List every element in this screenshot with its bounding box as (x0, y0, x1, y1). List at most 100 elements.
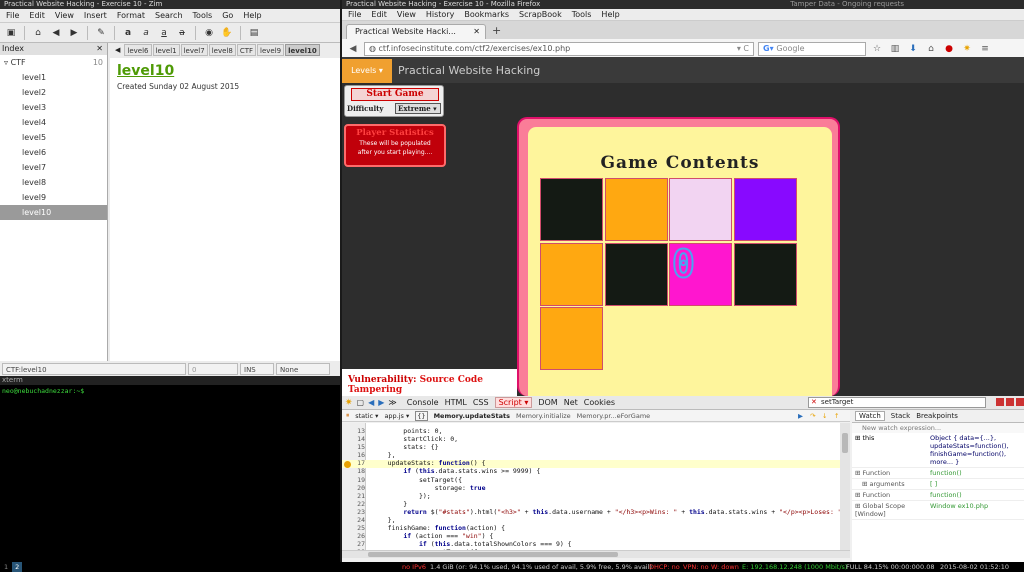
step-out-icon[interactable]: ↑ (834, 412, 839, 420)
minimize-icon[interactable] (996, 398, 1004, 406)
script-filter[interactable]: static ▾ (355, 412, 378, 420)
new-watch-input[interactable]: New watch expression... (852, 423, 1024, 433)
script-file-select[interactable]: app.js ▾ (384, 412, 409, 420)
zim-page-view[interactable]: level10 Created Sunday 02 August 2015 (110, 58, 340, 361)
search-clear-icon[interactable]: ✕ (811, 398, 817, 407)
index-item-level10[interactable]: level10 (0, 205, 107, 220)
menu-item-edit[interactable]: Edit (371, 9, 387, 20)
menu-item-view[interactable]: View (397, 9, 416, 20)
back-icon[interactable]: ◀ (346, 44, 360, 54)
menu-item-history[interactable]: History (426, 9, 454, 20)
menu-item-help[interactable]: Help (243, 9, 261, 22)
forward-icon[interactable]: ▶ (67, 26, 81, 40)
download-icon[interactable]: ⬇ (906, 44, 920, 54)
index-item-level5[interactable]: level5 (0, 130, 107, 145)
home-icon[interactable]: ⌂ (31, 26, 45, 40)
index-root[interactable]: ▿ CTF 10 (0, 55, 107, 70)
menu-item-scrapbook[interactable]: ScrapBook (519, 9, 562, 20)
bookmark-star-icon[interactable]: ☆ (870, 44, 884, 54)
fb-tab-css[interactable]: CSS (473, 398, 489, 407)
index-item-level4[interactable]: level4 (0, 115, 107, 130)
fb-tab-net[interactable]: Net (564, 398, 578, 407)
menu-item-edit[interactable]: Edit (29, 9, 45, 22)
code-vscrollbar[interactable] (840, 423, 850, 550)
pathbar-item-level9[interactable]: level9 (257, 44, 285, 56)
index-item-level7[interactable]: level7 (0, 160, 107, 175)
start-game-button[interactable]: Start Game (351, 88, 439, 101)
step-into-icon[interactable]: ↓ (822, 412, 827, 420)
close-firebug-icon[interactable] (1016, 398, 1024, 406)
code-view[interactable]: 13 14 15 16 17 18 19 20 21 22 23 24 25 2… (342, 423, 850, 550)
command-icon[interactable]: ≫ (388, 398, 396, 407)
inspect-icon[interactable]: ▢ (357, 398, 365, 407)
fb-tab-script[interactable]: Script ▾ (494, 397, 533, 408)
step-over-icon[interactable]: ↷ (810, 412, 815, 420)
browser-tab[interactable]: Practical Website Hacki... ✕ (346, 24, 486, 39)
menu-item-insert[interactable]: Insert (84, 9, 107, 22)
index-item-level1[interactable]: level1 (0, 70, 107, 85)
game-tile[interactable]: 0 (669, 241, 732, 306)
code-hscrollbar[interactable] (342, 550, 850, 558)
watch-tab-watch[interactable]: Watch (855, 411, 885, 421)
bookmarks-icon[interactable]: ▥ (888, 44, 902, 54)
pathbar-back-icon[interactable]: ◀ (112, 46, 123, 54)
fb-tab-cookies[interactable]: Cookies (584, 398, 615, 407)
terminal-window[interactable]: xterm neo@nebuchadnezzar:~$ (0, 376, 340, 562)
workspace-2[interactable]: 2 (12, 562, 23, 572)
search-input[interactable]: G▾ Google (758, 41, 866, 56)
game-tile[interactable] (604, 178, 668, 241)
pathbar-item-level1[interactable]: level1 (152, 44, 180, 56)
workspace-1[interactable]: 1 (1, 562, 11, 572)
continue-icon[interactable]: ▶ (798, 412, 803, 420)
game-tile[interactable] (540, 307, 603, 370)
url-bar[interactable]: ◍ ctf.infosecinstitute.com/ctf2/exercise… (364, 41, 754, 56)
menu-item-format[interactable]: Format (117, 9, 145, 22)
game-tile[interactable] (733, 178, 797, 241)
index-item-level9[interactable]: level9 (0, 190, 107, 205)
menu-item-file[interactable]: File (6, 9, 19, 22)
index-item-level8[interactable]: level8 (0, 175, 107, 190)
menu-icon[interactable]: ≡ (978, 44, 992, 54)
watch-tab-breakpoints[interactable]: Breakpoints (916, 412, 958, 420)
watch-row[interactable]: ⊞ Global Scope [Window] Window ex10.php (852, 501, 1024, 520)
adblock-icon[interactable]: ● (942, 44, 956, 54)
nav-forward-icon[interactable]: ▶ (378, 398, 384, 407)
code-scroll-thumb[interactable] (368, 552, 618, 557)
levels-button[interactable]: Levels ▾ (342, 59, 392, 83)
breadcrumb-item[interactable]: Memory.initialize (516, 412, 571, 420)
back-icon[interactable]: ◀ (49, 26, 63, 40)
menu-item-go[interactable]: Go (222, 9, 233, 22)
watch-row[interactable]: ⊞ arguments [ ] (852, 479, 1024, 490)
pathbar-item-ctf[interactable]: CTF (236, 44, 257, 56)
breadcrumb-item[interactable]: Memory.pr...eForGame (577, 412, 650, 420)
pretty-print-icon[interactable]: {} (415, 410, 428, 421)
menu-item-view[interactable]: View (55, 9, 74, 22)
tab-close-icon[interactable]: ✕ (473, 25, 480, 39)
breakpoint-marker[interactable] (344, 460, 351, 468)
pathbar-item-level10[interactable]: level10 (285, 44, 320, 56)
pane-icon[interactable]: ▤ (247, 26, 261, 40)
breakpoint-toggle-icon[interactable]: ⏸ (346, 411, 349, 420)
menu-item-tools[interactable]: Tools (572, 9, 592, 20)
notebook-icon[interactable]: ▣ (4, 26, 18, 40)
pathbar-item-level8[interactable]: level8 (208, 44, 236, 56)
pathbar-item-level6[interactable]: level6 (124, 44, 152, 56)
game-tile[interactable] (669, 178, 732, 241)
home-icon[interactable]: ⌂ (924, 44, 938, 54)
breadcrumb-item[interactable]: Memory.updateStats (434, 412, 510, 420)
firebug-icon[interactable]: ✷ (960, 44, 974, 54)
firebug-search-input[interactable]: ✕ setTarget (808, 397, 986, 408)
menu-item-search[interactable]: Search (155, 9, 182, 22)
menu-item-help[interactable]: Help (601, 9, 619, 20)
difficulty-select[interactable]: Extreme ▾ (395, 103, 441, 114)
attach-icon[interactable]: ✋ (220, 26, 234, 40)
close-index-icon[interactable]: ✕ (96, 43, 103, 55)
game-tile[interactable] (604, 242, 668, 306)
italic-icon[interactable]: a (139, 26, 153, 40)
bold-icon[interactable]: a (121, 26, 135, 40)
watch-tab-stack[interactable]: Stack (891, 412, 910, 420)
watch-row[interactable]: ⊞ this Object { data={...}, updateStats=f… (852, 433, 1024, 468)
expander-icon[interactable]: ▿ (4, 58, 8, 67)
menu-item-bookmarks[interactable]: Bookmarks (464, 9, 509, 20)
strike-icon[interactable]: a (175, 26, 189, 40)
